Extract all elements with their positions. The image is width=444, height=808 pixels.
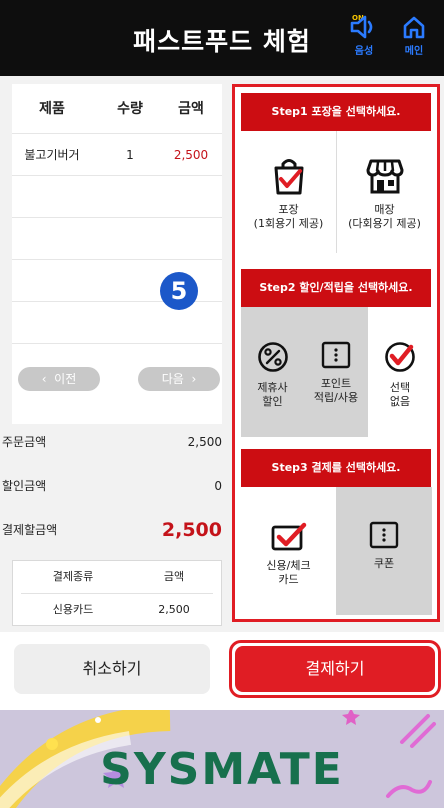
partner-discount-label-1: 제휴사	[257, 381, 288, 394]
order-quantity: 1	[126, 148, 134, 162]
order-product: 불고기버거	[24, 148, 80, 162]
order-price: 2,500	[173, 148, 209, 162]
order-row-empty	[12, 176, 222, 218]
prev-page-button[interactable]: ‹ 이전	[18, 367, 100, 391]
sysmate-logo: SYSMATE	[100, 744, 344, 795]
coupon-icon	[369, 521, 399, 549]
discount-label: 할인금액	[2, 479, 47, 493]
sound-button[interactable]: 음성	[344, 14, 384, 66]
points-label-1: 포인트	[320, 377, 352, 390]
payment-table-header: 결제종류 금액	[13, 561, 221, 593]
speaker-icon	[350, 15, 373, 39]
sound-label: 음성	[354, 46, 374, 57]
takeout-option[interactable]: 포장 (1회용기 제공)	[241, 131, 336, 253]
step2-title: Step2 할인/적립을 선택하세요.	[241, 269, 431, 307]
action-bar: 취소하기 결제하기	[0, 632, 444, 710]
step1-title: Step1 포장을 선택하세요.	[241, 93, 431, 131]
step3-title: Step3 결제를 선택하세요.	[241, 449, 431, 487]
takeout-label: 포장	[278, 203, 299, 216]
app-header: 패스트푸드 체험 ON 음성 메인	[0, 0, 444, 76]
no-selection-label-1: 선택	[389, 381, 411, 394]
pay-button[interactable]: 결제하기	[235, 646, 435, 692]
column-amount: 금액	[178, 101, 204, 117]
payment-type: 신용카드	[52, 603, 94, 616]
check-circle-icon	[385, 342, 415, 372]
next-page-button[interactable]: 다음 ›	[138, 367, 220, 391]
card-payment-option[interactable]: 신용/체크 카드	[241, 487, 336, 615]
points-option[interactable]: 포인트 적립/사용	[304, 307, 368, 437]
dine-in-option[interactable]: 매장 (다회용기 제공)	[337, 131, 432, 253]
next-label: 다음	[161, 372, 184, 386]
payment-amount-header: 금액	[163, 570, 185, 583]
home-label: 메인	[404, 46, 424, 57]
order-row-empty	[12, 218, 222, 260]
coupon-label: 쿠폰	[373, 557, 395, 570]
column-product: 제품	[39, 101, 65, 117]
points-label-2: 적립/사용	[313, 391, 359, 404]
store-icon	[366, 159, 403, 194]
prev-label: 이전	[54, 372, 77, 386]
order-panel: 제품 수량 금액 불고기버거 1 2,500 ‹ 이전 다음 › 5 주문금액 …	[0, 76, 232, 632]
payable-value: 2,500	[161, 519, 222, 541]
card-dots-icon	[321, 341, 351, 369]
dine-in-sub: (다회용기 제공)	[348, 217, 421, 230]
card-payment-label-1: 신용/체크	[266, 559, 311, 572]
takeout-sub: (1회용기 제공)	[253, 217, 324, 230]
order-table-header: 제품 수량 금액	[12, 84, 222, 134]
card-payment-label-2: 카드	[278, 573, 299, 586]
payment-amount: 2,500	[158, 603, 190, 616]
coupon-option[interactable]: 쿠폰	[336, 487, 432, 615]
home-button[interactable]: 메인	[394, 14, 434, 66]
payable-label: 결제할금액	[2, 523, 58, 537]
discount-row: 할인금액 0	[0, 466, 232, 506]
payment-table: 결제종류 금액 신용카드 2,500	[12, 560, 222, 626]
percent-icon	[257, 342, 288, 372]
payment-type-header: 결제종류	[52, 570, 94, 583]
payment-row: 신용카드 2,500	[13, 594, 221, 626]
card-check-icon	[271, 522, 306, 551]
order-amount-row: 주문금액 2,500	[0, 422, 232, 462]
column-quantity: 수량	[117, 101, 143, 117]
no-selection-label-2: 없음	[389, 395, 411, 408]
order-amount-label: 주문금액	[2, 435, 47, 449]
order-row[interactable]: 불고기버거 1 2,500	[12, 134, 222, 176]
discount-value: 0	[214, 479, 222, 493]
step-number-badge: 5	[160, 272, 198, 310]
order-row-empty	[12, 302, 222, 344]
payable-row: 결제할금액 2,500	[0, 510, 232, 550]
partner-discount-label-2: 할인	[262, 395, 283, 408]
no-selection-option[interactable]: 선택 없음	[368, 307, 432, 437]
order-amount-value: 2,500	[187, 435, 222, 449]
pay-button-outline: 결제하기	[229, 640, 441, 698]
dine-in-label: 매장	[374, 203, 395, 216]
partner-discount-option[interactable]: 제휴사 할인	[241, 307, 304, 437]
order-list: 제품 수량 금액 불고기버거 1 2,500 ‹ 이전 다음 ›	[12, 84, 222, 424]
brand-banner: SYSMATE	[0, 710, 444, 808]
cancel-button[interactable]: 취소하기	[14, 644, 210, 694]
takeout-bag-check-icon	[274, 159, 303, 195]
steps-panel: Step1 포장을 선택하세요. 포장 (1회용기 제공) 매장 (다회용기 제…	[232, 84, 440, 622]
home-icon	[403, 16, 425, 39]
